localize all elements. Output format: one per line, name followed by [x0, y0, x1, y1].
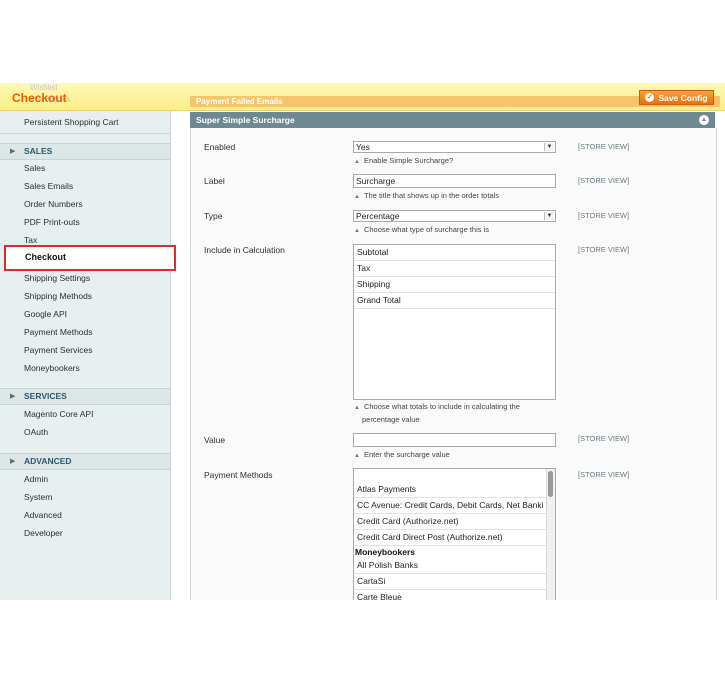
include-option-grand-total[interactable]: Grand Total [354, 293, 555, 309]
sidebar-section-label: SALES [24, 146, 53, 156]
include-option-shipping[interactable]: Shipping [354, 277, 555, 293]
enabled-scope: [STORE VIEW] [578, 142, 630, 151]
include-option-subtotal[interactable]: Subtotal [354, 245, 555, 261]
section-arrow-icon: ▶ [10, 148, 16, 155]
sidebar-section-label: SERVICES [24, 391, 67, 401]
config-header-bar: Wishlist Promotions Checkout Payment Fai… [0, 83, 725, 111]
include-scope: [STORE VIEW] [578, 245, 630, 254]
save-config-label: Save Config [658, 92, 708, 103]
checkmark-icon: ✓ [645, 93, 655, 102]
sidebar-item-oauth[interactable]: OAuth [24, 425, 48, 439]
payment-option[interactable]: Atlas Payments [354, 482, 555, 498]
value-hint-text: Enter the surcharge value [363, 450, 450, 459]
sidebar-section-label: ADVANCED [24, 456, 72, 466]
enabled-select[interactable]: Yes ▼ [353, 141, 556, 153]
label-label: Label [204, 176, 225, 186]
hint-arrow-icon: ▲ [354, 228, 360, 234]
sidebar-section-advanced[interactable]: ▶ ADVANCED [0, 453, 170, 470]
sidebar-item-shipping-settings[interactable]: Shipping Settings [24, 271, 90, 285]
type-scope: [STORE VIEW] [578, 211, 630, 220]
sidebar-item-developer[interactable]: Developer [24, 526, 63, 540]
enabled-hint: ▲ Enable Simple Surcharge? [354, 156, 453, 165]
sidebar-item-persistent-shopping-cart[interactable]: Persistent Shopping Cart [24, 115, 119, 129]
hint-arrow-icon: ▲ [354, 405, 360, 411]
sidebar-item-payment-services[interactable]: Payment Services [24, 343, 93, 357]
payment-methods-multiselect[interactable]: Atlas Payments CC Avenue: Credit Cards, … [353, 468, 556, 600]
value-hint: ▲ Enter the surcharge value [354, 450, 450, 459]
include-hint-line1: ▲ Choose what totals to include in calcul… [354, 402, 520, 411]
hint-arrow-icon: ▲ [354, 194, 360, 200]
sidebar-item-google-api[interactable]: Google API [24, 307, 67, 321]
admin-frame: Wishlist Promotions Checkout Payment Fai… [0, 83, 725, 600]
value-label: Value [204, 435, 226, 445]
payment-option[interactable]: Carte Bleue [354, 590, 555, 600]
include-hint-text: Choose what totals to include in calcula… [363, 402, 520, 411]
chevron-down-icon: ▼ [544, 143, 554, 151]
payment-methods-scrollbar[interactable] [546, 469, 555, 600]
hint-arrow-icon: ▲ [354, 159, 360, 165]
label-hint: ▲ The title that shows up in the order to… [354, 191, 499, 200]
value-scope: [STORE VIEW] [578, 434, 630, 443]
payment-option[interactable]: Credit Card Direct Post (Authorize.net) [354, 530, 555, 546]
include-calculation-multiselect[interactable]: Subtotal Tax Shipping Grand Total [353, 244, 556, 400]
value-input[interactable] [353, 433, 556, 447]
sidebar-item-checkout-selected[interactable]: Checkout [4, 245, 176, 271]
payment-methods-scope: [STORE VIEW] [578, 470, 630, 479]
include-option-tax[interactable]: Tax [354, 261, 555, 277]
enabled-select-value: Yes [356, 142, 370, 152]
include-calculation-label: Include in Calculation [204, 245, 285, 255]
label-input[interactable]: Surcharge [353, 174, 556, 188]
enabled-label: Enabled [204, 142, 236, 152]
sidebar-item-order-numbers[interactable]: Order Numbers [24, 197, 83, 211]
type-hint: ▲ Choose what type of surcharge this is [354, 225, 489, 234]
collapse-up-icon[interactable]: ▲ [699, 115, 709, 125]
type-select[interactable]: Percentage ▼ [353, 210, 556, 222]
sidebar-item-checkout-label: Checkout [25, 252, 67, 262]
save-config-button[interactable]: ✓ Save Config [639, 90, 714, 105]
section-arrow-icon: ▶ [10, 458, 16, 465]
sidebar-item-sales-emails[interactable]: Sales Emails [24, 179, 73, 193]
type-hint-text: Choose what type of surcharge this is [363, 225, 490, 234]
chevron-down-icon: ▼ [544, 212, 554, 220]
sidebar-item-shipping-methods[interactable]: Shipping Methods [24, 289, 92, 303]
sidebar-item-advanced[interactable]: Advanced [24, 508, 62, 522]
type-select-value: Percentage [356, 211, 400, 221]
include-hint-line2: percentage value [362, 415, 420, 424]
payment-group-moneybookers: Moneybookers [355, 547, 415, 557]
hint-arrow-icon: ▲ [354, 453, 360, 459]
sidebar-item-sales[interactable]: Sales [24, 161, 45, 175]
config-sidebar: Persistent Shopping Cart ▶ SALES Sales S… [0, 111, 171, 600]
sidebar-item-pdf-printouts[interactable]: PDF Print-outs [24, 215, 80, 229]
panel-title: Super Simple Surcharge [196, 115, 295, 125]
payment-option[interactable]: CartaSi [354, 574, 555, 590]
sidebar-section-sales[interactable]: ▶ SALES [0, 143, 170, 160]
panel-header-super-simple-surcharge[interactable]: Super Simple Surcharge ▲ [190, 112, 715, 128]
label-hint-text: The title that shows up in the order tot… [363, 191, 500, 200]
sidebar-item-magento-core-api[interactable]: Magento Core API [24, 407, 93, 421]
sidebar-item-system[interactable]: System [24, 490, 52, 504]
payment-option[interactable]: All Polish Banks [354, 558, 555, 574]
label-scope: [STORE VIEW] [578, 176, 630, 185]
payment-option[interactable]: Credit Card (Authorize.net) [354, 514, 555, 530]
type-label: Type [204, 211, 223, 221]
sidebar-item-moneybookers[interactable]: Moneybookers [24, 361, 80, 375]
sidebar-section-services[interactable]: ▶ SERVICES [0, 388, 170, 405]
page-title: Checkout [12, 91, 67, 105]
sidebar-item-admin[interactable]: Admin [24, 472, 48, 486]
enabled-hint-text: Enable Simple Surcharge? [363, 156, 454, 165]
sidebar-item-payment-methods[interactable]: Payment Methods [24, 325, 93, 339]
section-arrow-icon: ▶ [10, 393, 16, 400]
payment-option[interactable]: CC Avenue: Credit Cards, Debit Cards, Ne… [354, 498, 555, 514]
scrollbar-thumb[interactable] [548, 471, 553, 497]
payment-methods-label: Payment Methods [204, 470, 273, 480]
